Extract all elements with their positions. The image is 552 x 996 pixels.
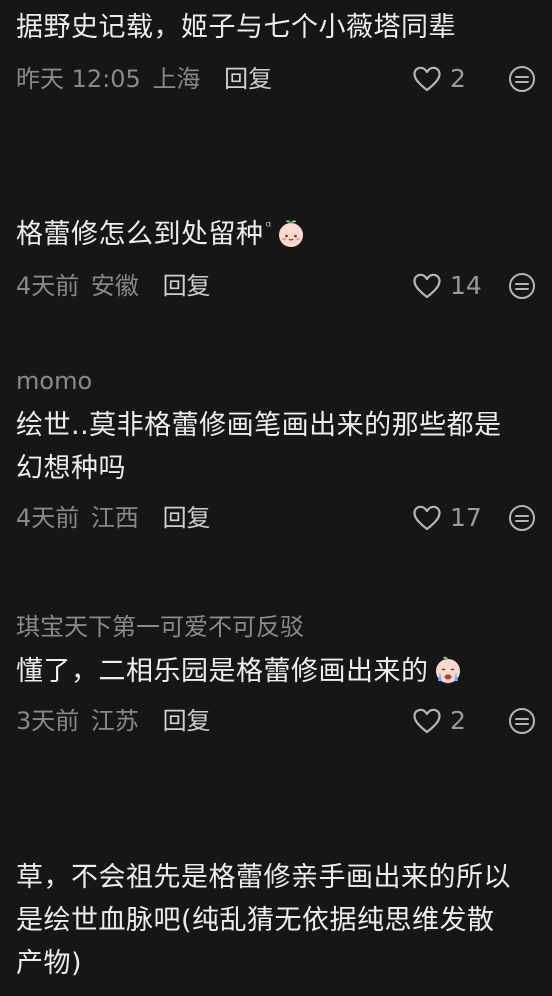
comment-3: momo 绘世..莫非格蕾修画笔画出来的那些都是 幻想种吗 4天前 江西 回复 …: [16, 366, 536, 538]
like-button[interactable]: 17: [412, 498, 482, 538]
comment-location: 江西: [90, 504, 139, 532]
comment-time: 4天前: [16, 272, 80, 300]
comment-content-line: 草，不会祖先是格蕾修亲手画出来的所以: [16, 862, 511, 893]
heart-outline-icon: [413, 708, 441, 734]
comment-content-line: 是绘世血脉吧(纯乱猜无依据纯思维发散: [16, 905, 495, 936]
comment-content-line: 绘世..莫非格蕾修画笔画出来的那些都是: [16, 410, 502, 441]
more-options-icon[interactable]: [508, 504, 536, 532]
comment-content: 草，不会祖先是格蕾修亲手画出来的所以 是绘世血脉吧(纯乱猜无依据纯思维发散 产物…: [16, 856, 536, 985]
comment-location: 上海: [152, 65, 201, 93]
comment-time: 昨天 12:05: [16, 65, 141, 93]
comment-5: 草，不会祖先是格蕾修亲手画出来的所以 是绘世血脉吧(纯乱猜无依据纯思维发散 产物…: [16, 856, 536, 985]
heart-outline-icon: [413, 66, 441, 92]
comment-meta: 4天前 江西 回复 17: [16, 498, 536, 538]
comment-content-line: 幻想种吗: [16, 453, 126, 484]
reply-button[interactable]: 回复: [224, 65, 272, 93]
comment-time: 3天前: [16, 707, 80, 735]
comment-2: 格蕾修怎么到处留种 ᵅ 4天前 安徽 回复 14: [16, 206, 536, 306]
comment-username[interactable]: 琪宝天下第一可爱不可反驳: [16, 612, 536, 642]
comment-username[interactable]: momo: [16, 366, 536, 396]
comment-meta: 3天前 江苏 回复 2: [16, 701, 536, 741]
more-options-icon[interactable]: [508, 65, 536, 93]
comment-1: 据野史记载，姬子与七个小薇塔同辈 昨天 12:05 上海 回复 2: [16, 6, 536, 99]
comment-location: 安徽: [90, 272, 139, 300]
comment-content: 绘世..莫非格蕾修画笔画出来的那些都是 幻想种吗: [16, 404, 536, 490]
reply-button[interactable]: 回复: [163, 504, 211, 532]
heart-outline-icon: [413, 505, 441, 531]
comment-meta: 昨天 12:05 上海 回复 2: [16, 59, 536, 99]
like-count: 2: [450, 64, 466, 93]
like-count: 2: [450, 706, 466, 735]
like-button[interactable]: 2: [412, 701, 466, 741]
like-button[interactable]: 2: [412, 59, 466, 99]
crying-face-emoji: [435, 656, 460, 683]
comment-content: 懂了，二相乐园是格蕾修画出来的: [16, 650, 536, 693]
comment-content: 格蕾修怎么到处留种 ᵅ: [16, 206, 536, 256]
comment-4: 琪宝天下第一可爱不可反驳 懂了，二相乐园是格蕾修画出来的 3天前 江苏 回复 2: [16, 612, 536, 741]
peach-face-emoji: [278, 220, 303, 247]
pin-icon: ᵅ: [265, 219, 272, 235]
comment-content: 据野史记载，姬子与七个小薇塔同辈: [16, 12, 456, 43]
like-button[interactable]: 14: [412, 266, 482, 306]
more-options-icon[interactable]: [508, 707, 536, 735]
comment-content-line: 产物): [16, 948, 83, 979]
comment-time: 4天前: [16, 504, 80, 532]
like-count: 14: [450, 271, 482, 300]
more-options-icon[interactable]: [508, 272, 536, 300]
heart-outline-icon: [413, 273, 441, 299]
comment-meta: 4天前 安徽 回复 14: [16, 266, 536, 306]
comment-location: 江苏: [90, 707, 139, 735]
like-count: 17: [450, 503, 482, 532]
comment-content-text: 格蕾修怎么到处留种: [16, 219, 264, 250]
reply-button[interactable]: 回复: [163, 707, 211, 735]
reply-button[interactable]: 回复: [163, 272, 211, 300]
comment-content-text: 懂了，二相乐园是格蕾修画出来的: [16, 656, 429, 687]
